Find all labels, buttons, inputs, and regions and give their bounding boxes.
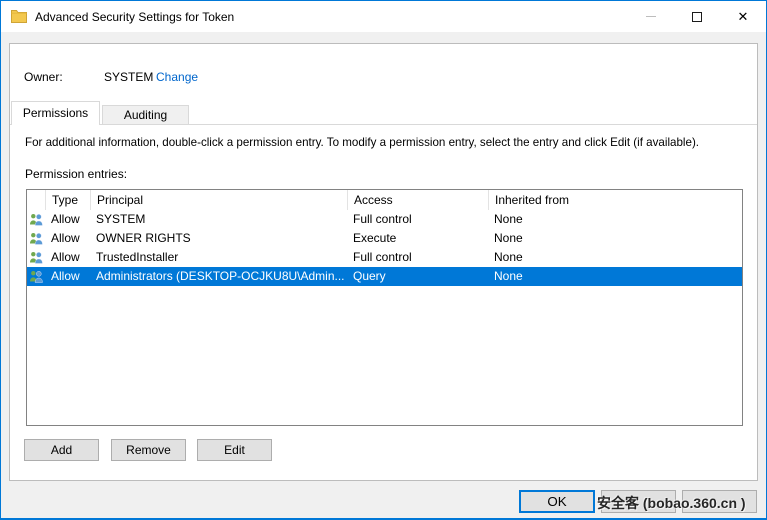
table-row[interactable]: Allow OWNER RIGHTS Execute None bbox=[27, 229, 742, 248]
cell-inherited-from: None bbox=[488, 210, 742, 229]
cell-access: Query bbox=[347, 267, 488, 286]
cell-principal: SYSTEM bbox=[90, 210, 347, 229]
permission-entries-label: Permission entries: bbox=[25, 167, 127, 181]
minimize-icon bbox=[646, 16, 656, 17]
cell-type: Allow bbox=[45, 248, 90, 267]
cell-type: Allow bbox=[45, 229, 90, 248]
window-title: Advanced Security Settings for Token bbox=[35, 10, 234, 24]
close-button[interactable]: ✕ bbox=[720, 1, 766, 32]
minimize-button[interactable] bbox=[628, 1, 674, 32]
table-row-selected[interactable]: Allow Administrators (DESKTOP-OCJKU8U\Ad… bbox=[27, 267, 742, 286]
permission-entries-table: Type Principal Access Inherited from All… bbox=[26, 189, 743, 426]
advanced-security-settings-window: Advanced Security Settings for Token ✕ O… bbox=[0, 0, 767, 520]
owner-value: SYSTEM bbox=[104, 70, 153, 84]
users-group-icon bbox=[27, 210, 45, 229]
info-text: For additional information, double-click… bbox=[25, 136, 699, 149]
cell-principal: OWNER RIGHTS bbox=[90, 229, 347, 248]
cell-principal: Administrators (DESKTOP-OCJKU8U\Admin... bbox=[90, 267, 347, 286]
users-group-icon bbox=[27, 229, 45, 248]
cell-type: Allow bbox=[45, 210, 90, 229]
maximize-icon bbox=[692, 12, 702, 22]
column-header-access[interactable]: Access bbox=[347, 190, 488, 210]
titlebar: Advanced Security Settings for Token ✕ bbox=[1, 1, 766, 32]
remove-button[interactable]: Remove bbox=[111, 439, 186, 461]
column-header-type[interactable]: Type bbox=[45, 190, 90, 210]
watermark: 安全客 (bobao.360.cn ) bbox=[597, 493, 746, 513]
users-group-icon bbox=[27, 267, 45, 286]
main-panel: Owner: SYSTEM Change Permissions Auditin… bbox=[9, 43, 758, 481]
cell-inherited-from: None bbox=[488, 229, 742, 248]
close-icon: ✕ bbox=[738, 10, 749, 23]
cell-type: Allow bbox=[45, 267, 90, 286]
cell-inherited-from: None bbox=[488, 267, 742, 286]
cell-access: Full control bbox=[347, 210, 488, 229]
folder-icon bbox=[11, 9, 27, 26]
table-row[interactable]: Allow TrustedInstaller Full control None bbox=[27, 248, 742, 267]
tab-strip-divider bbox=[10, 124, 757, 125]
window-controls: ✕ bbox=[628, 1, 766, 32]
owner-label: Owner: bbox=[24, 70, 63, 84]
column-header-inherited-from[interactable]: Inherited from bbox=[488, 190, 742, 210]
add-button[interactable]: Add bbox=[24, 439, 99, 461]
cell-inherited-from: None bbox=[488, 248, 742, 267]
users-group-icon bbox=[27, 248, 45, 267]
column-header-principal[interactable]: Principal bbox=[90, 190, 347, 210]
maximize-button[interactable] bbox=[674, 1, 720, 32]
tab-auditing[interactable]: Auditing bbox=[102, 105, 189, 124]
table-header: Type Principal Access Inherited from bbox=[27, 190, 742, 210]
cell-access: Full control bbox=[347, 248, 488, 267]
table-row[interactable]: Allow SYSTEM Full control None bbox=[27, 210, 742, 229]
column-header-icon bbox=[27, 190, 45, 210]
cell-access: Execute bbox=[347, 229, 488, 248]
edit-button[interactable]: Edit bbox=[197, 439, 272, 461]
tab-permissions[interactable]: Permissions bbox=[11, 101, 100, 125]
ok-button[interactable]: OK bbox=[519, 490, 595, 513]
cell-principal: TrustedInstaller bbox=[90, 248, 347, 267]
change-owner-link[interactable]: Change bbox=[156, 70, 198, 84]
